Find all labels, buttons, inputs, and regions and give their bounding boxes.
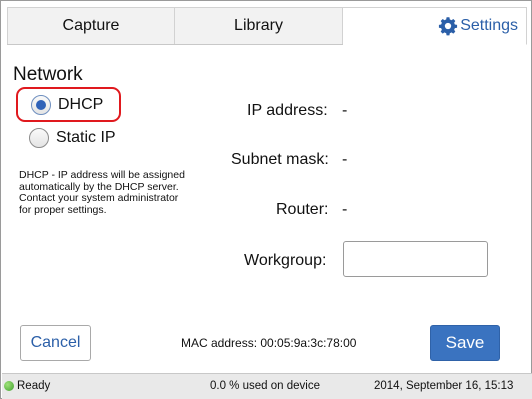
gear-icon [438,16,458,36]
router-label: Router: [276,201,329,218]
cancel-button[interactable]: Cancel [20,325,91,361]
workgroup-input[interactable] [343,241,488,277]
dhcp-label: DHCP [58,95,104,113]
help-line-1: DHCP - IP address will be assigned autom… [19,169,185,193]
ip-address-label: IP address: [247,102,328,119]
status-datetime: 2014, September 16, 15:13 [374,380,514,392]
status-ready-label: Ready [17,380,51,392]
workgroup-label: Workgroup: [244,252,327,269]
tab-divider [7,44,343,45]
mac-address: MAC address: 00:05:9a:3c:78:00 [181,336,357,350]
static-ip-option[interactable]: Static IP [29,125,116,151]
tab-bar: Capture Library Settings [7,7,527,45]
subnet-mask-label: Subnet mask: [231,151,329,168]
status-bar: Ready 0.0 % used on device 2014, Septemb… [2,373,532,399]
tab-library[interactable]: Library [175,7,343,45]
static-ip-label: Static IP [56,129,116,146]
storage-usage: 0.0 % used on device [210,380,320,392]
network-heading: Network [13,64,83,85]
tab-settings-label: Settings [460,17,518,34]
help-line-2: Contact your system administrator for pr… [19,192,179,216]
dhcp-help-text: DHCP - IP address will be assigned autom… [19,169,189,216]
subnet-mask-value: - [342,151,348,168]
tab-settings[interactable]: Settings [343,7,527,45]
status-ready: Ready [4,380,50,392]
save-button[interactable]: Save [430,325,500,361]
dhcp-option[interactable]: DHCP [16,87,121,122]
ip-address-value: - [342,102,348,119]
ready-indicator-icon [4,381,14,391]
dhcp-radio[interactable] [31,94,51,115]
router-value: - [342,201,348,218]
tab-capture[interactable]: Capture [7,7,175,45]
settings-window: Capture Library Settings Network DHCP St… [0,0,532,399]
static-ip-radio[interactable] [29,128,49,148]
